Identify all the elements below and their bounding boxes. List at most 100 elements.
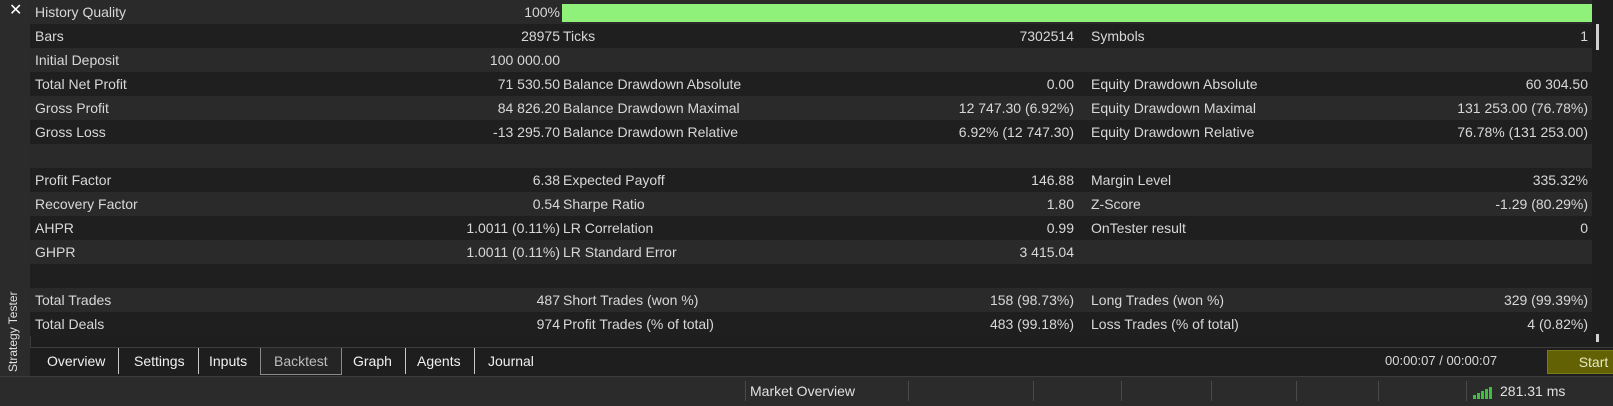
report-row: Total Deals 974 Profit Trades (% of total)… — [30, 312, 1592, 336]
metric-value: 71 530.50 — [497, 76, 560, 92]
history-quality-bar — [562, 4, 1592, 22]
backtest-report: History Quality 100% Bars 28975 Ticks 73025… — [30, 0, 1592, 347]
report-row: AHPR 1.0011 (0.11%) LR Correlation 0.99 OnTe… — [30, 216, 1592, 240]
metric-label: Recovery Factor — [35, 196, 138, 212]
start-button[interactable]: Start — [1547, 350, 1613, 374]
report-row — [30, 264, 1592, 288]
ping-status[interactable]: 281.31 ms — [1500, 377, 1565, 406]
metric-value: 1.0011 (0.11%) — [466, 220, 560, 236]
metric-label: Margin Level — [1091, 172, 1172, 188]
metric-label: Initial Deposit — [35, 52, 120, 68]
metric-value: 131 253.00 (76.78%) — [1457, 100, 1588, 116]
strategy-tester-label[interactable]: Strategy Tester — [6, 292, 20, 372]
metric-value: 0.54 — [532, 196, 560, 212]
metric-value: -1.29 (80.29%) — [1495, 196, 1588, 212]
metric-label: Balance Drawdown Maximal — [563, 100, 740, 116]
signal-bars-icon — [1473, 386, 1493, 399]
metric-value: 100 000.00 — [489, 52, 560, 68]
tab-journal[interactable]: Journal — [475, 348, 547, 374]
metric-label: Short Trades (won %) — [563, 292, 699, 308]
metric-value: 483 (99.18%) — [989, 316, 1074, 332]
metric-value: 12 747.30 (6.92%) — [958, 100, 1074, 116]
report-row: Profit Factor 6.38 Expected Payoff 146.88 Ma… — [30, 168, 1592, 192]
metric-value: 158 (98.73%) — [989, 292, 1074, 308]
metric-label: LR Correlation — [563, 220, 654, 236]
metric-label: Long Trades (won %) — [1091, 292, 1225, 308]
status-separator — [908, 381, 909, 401]
metric-label: Sharpe Ratio — [563, 196, 645, 212]
report-row: Bars 28975 Ticks 7302514 Symbols 1 — [30, 24, 1592, 48]
tester-tab-bar: Overview Settings Inputs Backtest Graph … — [30, 347, 1613, 377]
tab-overview[interactable]: Overview — [34, 348, 120, 374]
metric-label: Equity Drawdown Maximal — [1091, 100, 1256, 116]
history-quality-value: 100% — [524, 4, 560, 20]
metric-value: 4 (0.82%) — [1527, 316, 1588, 332]
report-row: GHPR 1.0011 (0.11%) LR Standard Error 3 415… — [30, 240, 1592, 264]
metric-label: Balance Drawdown Absolute — [563, 76, 742, 92]
report-row: Total Net Profit 71 530.50 Balance Drawdow… — [30, 72, 1592, 96]
metric-label: LR Standard Error — [563, 244, 677, 260]
elapsed-timer: 00:00:07 / 00:00:07 — [1385, 353, 1498, 368]
metric-label: Expected Payoff — [563, 172, 665, 188]
report-row: Gross Loss -13 295.70 Balance Drawdown Rel… — [30, 120, 1592, 144]
metric-value: 974 — [536, 316, 560, 332]
tab-settings[interactable]: Settings — [121, 348, 199, 374]
metric-value: 1.0011 (0.11%) — [466, 244, 560, 260]
scrollbar-thumb[interactable] — [1596, 24, 1599, 50]
status-separator — [1466, 381, 1467, 401]
report-row — [30, 144, 1592, 168]
metric-value: 487 — [536, 292, 560, 308]
status-separator — [1378, 381, 1379, 401]
metric-value: 28975 — [521, 28, 560, 44]
metric-label: GHPR — [35, 244, 76, 260]
tab-graph[interactable]: Graph — [340, 348, 406, 374]
metric-value: 0 — [1580, 220, 1588, 236]
history-quality-label: History Quality — [35, 4, 127, 20]
status-separator — [1033, 381, 1034, 401]
metric-label: Total Deals — [35, 316, 105, 332]
metric-label: Equity Drawdown Relative — [1091, 124, 1255, 140]
scrollbar-end-marker — [1596, 334, 1599, 342]
market-overview-status[interactable]: Market Overview — [750, 377, 855, 406]
metric-value: 329 (99.39%) — [1503, 292, 1588, 308]
metric-label: Profit Trades (% of total) — [563, 316, 714, 332]
metric-label: Gross Loss — [35, 124, 106, 140]
metric-value: 1 — [1580, 28, 1588, 44]
metric-value: 3 415.04 — [1019, 244, 1075, 260]
metric-value: 0.00 — [1046, 76, 1074, 92]
metric-value: 146.88 — [1031, 172, 1074, 188]
metric-label: Equity Drawdown Absolute — [1091, 76, 1258, 92]
close-icon[interactable]: ✕ — [9, 3, 23, 19]
metric-label: Balance Drawdown Relative — [563, 124, 739, 140]
metric-label: Gross Profit — [35, 100, 109, 116]
metric-value: 6.92% (12 747.30) — [958, 124, 1074, 140]
report-row: Recovery Factor 0.54 Sharpe Ratio 1.80 Z-Sco… — [30, 192, 1592, 216]
metric-label: Total Trades — [35, 292, 112, 308]
metric-label: Ticks — [563, 28, 596, 44]
metric-value: 84 826.20 — [497, 100, 560, 116]
metric-value: 0.99 — [1046, 220, 1074, 236]
metric-label: Profit Factor — [35, 172, 112, 188]
metric-label: Loss Trades (% of total) — [1091, 316, 1239, 332]
metric-label: Symbols — [1091, 28, 1145, 44]
tab-backtest[interactable]: Backtest — [260, 348, 342, 375]
metric-label: Z-Score — [1091, 196, 1141, 212]
tab-agents[interactable]: Agents — [404, 348, 475, 374]
metric-value: -13 295.70 — [493, 124, 560, 140]
metric-value: 60 304.50 — [1525, 76, 1588, 92]
side-strip: ✕ Strategy Tester — [0, 0, 31, 376]
metric-value: 335.32% — [1532, 172, 1588, 188]
metric-label: Total Net Profit — [35, 76, 127, 92]
metric-label: Bars — [35, 28, 64, 44]
metric-label: OnTester result — [1091, 220, 1186, 236]
report-row: Initial Deposit 100 000.00 — [30, 48, 1592, 72]
history-quality-bar-fill — [562, 4, 1592, 22]
status-separator — [1211, 381, 1212, 401]
metric-value: 76.78% (131 253.00) — [1457, 124, 1588, 140]
status-bar: Market Overview 281.31 ms — [0, 376, 1613, 406]
status-separator — [1296, 381, 1297, 401]
tab-inputs[interactable]: Inputs — [196, 348, 262, 374]
report-scrollbar[interactable] — [1594, 22, 1602, 347]
metric-value: 6.38 — [532, 172, 560, 188]
metric-value: 1.80 — [1046, 196, 1074, 212]
